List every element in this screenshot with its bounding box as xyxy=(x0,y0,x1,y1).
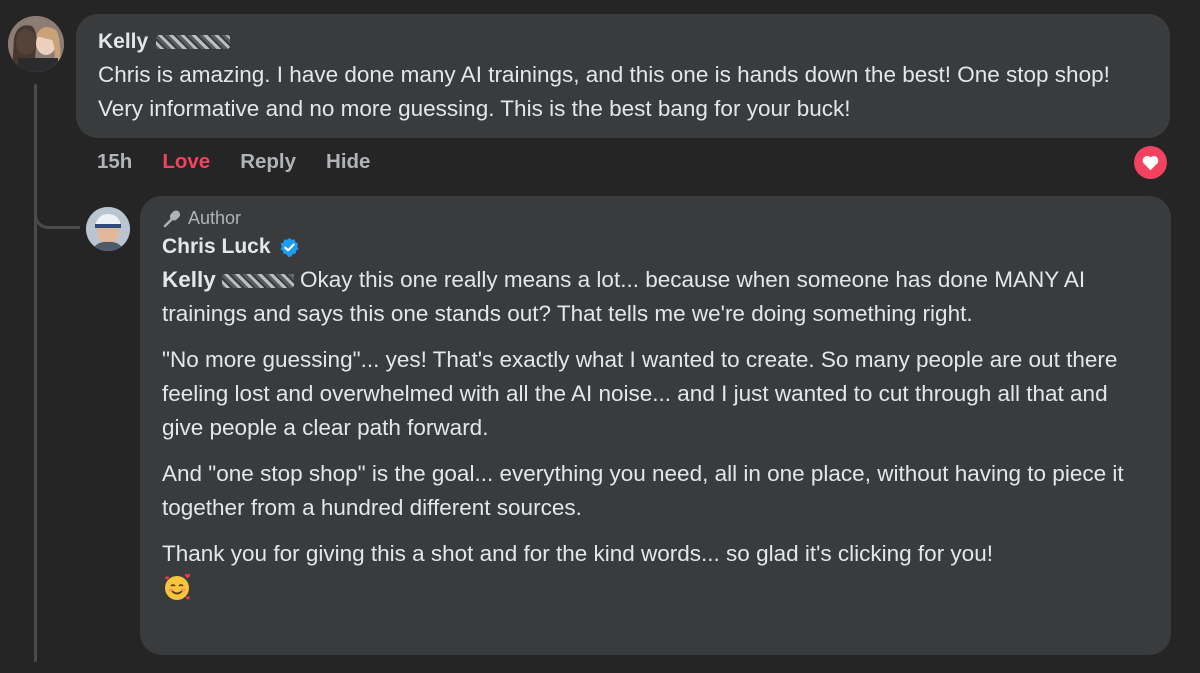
thread-line xyxy=(34,84,37,662)
comment-bubble-kelly: Kelly Chris is amazing. I have done many… xyxy=(76,14,1170,138)
redacted-surname xyxy=(156,35,231,49)
heart-icon[interactable] xyxy=(1134,146,1167,179)
mention-kelly[interactable]: Kelly xyxy=(162,267,294,292)
verified-check-icon xyxy=(280,237,299,257)
reply-button[interactable]: Reply xyxy=(240,150,296,174)
comment-actions: 15h Love Reply Hide xyxy=(97,150,370,174)
reply-connector xyxy=(34,194,80,229)
reply-paragraph-4: Thank you for giving this a shot and for… xyxy=(162,541,993,566)
comment-text: Chris is amazing. I have done many AI tr… xyxy=(98,62,1110,121)
comment-timestamp[interactable]: 15h xyxy=(97,150,132,174)
reply-paragraph-1: Kelly Okay this one really means a lot..… xyxy=(162,267,1086,326)
reply-paragraph-3: And "one stop shop" is the goal... every… xyxy=(162,461,1124,520)
comment-author[interactable]: Kelly xyxy=(98,30,1148,54)
reply-bubble-chris: Author Chris Luck Kelly Okay this one re… xyxy=(140,196,1171,655)
hide-button[interactable]: Hide xyxy=(326,150,370,174)
author-badge: Author xyxy=(162,208,1149,229)
reply-author[interactable]: Chris Luck xyxy=(162,235,1149,259)
author-badge-label: Author xyxy=(188,208,242,228)
microphone-icon xyxy=(163,209,181,227)
reply-paragraph-2: "No more guessing"... yes! That's exactl… xyxy=(162,347,1118,440)
smiling-face-with-hearts-icon xyxy=(162,573,1149,608)
avatar-kelly[interactable] xyxy=(8,16,64,72)
avatar-chris[interactable] xyxy=(86,207,130,251)
love-button[interactable]: Love xyxy=(162,150,210,174)
